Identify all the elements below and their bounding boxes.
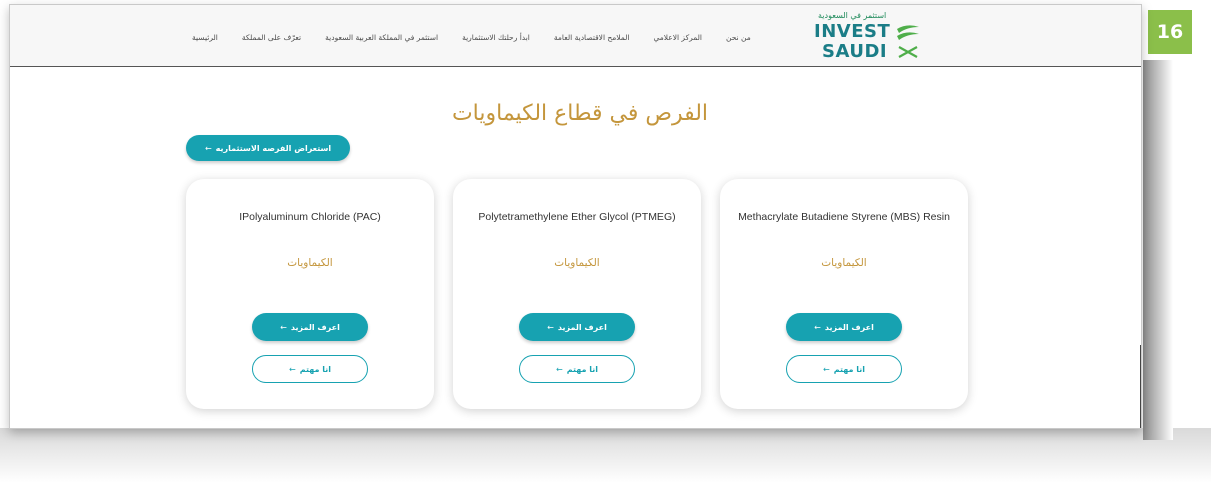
interested-label: انا مهتم <box>833 364 866 374</box>
card-category: الكيماويات <box>287 257 333 269</box>
card-title: Methacrylate Butadiene Styrene (MBS) Res… <box>738 211 950 223</box>
nav-item-about-us[interactable]: من نحن <box>726 33 751 42</box>
card-title: IPolyaluminum Chloride (PAC) <box>239 211 381 223</box>
interested-button[interactable]: انا مهتم ← <box>519 355 635 383</box>
logo-invest-text: INVEST <box>814 21 891 42</box>
learn-more-label: اعرف المزيد <box>824 322 874 332</box>
opportunity-card-ptmeg: Polytetramethylene Ether Glycol (PTMEG) … <box>453 179 701 409</box>
learn-more-button[interactable]: اعرف المزيد ← <box>786 313 902 341</box>
card-category: الكيماويات <box>554 257 600 269</box>
page-right-shadow <box>1143 60 1173 440</box>
scrollbar-edge <box>1140 345 1141 428</box>
interested-label: انا مهتم <box>566 364 599 374</box>
learn-more-label: اعرف المزيد <box>557 322 607 332</box>
arrow-left-icon: ← <box>204 143 212 153</box>
main-nav: الرئيسية تعرّف على المملكة استثمر في الم… <box>192 33 751 42</box>
page-bottom-shadow <box>0 428 1211 483</box>
invest-saudi-logo[interactable]: استثمر في السعودية INVEST SAUDI <box>807 11 927 63</box>
arrow-left-icon: ← <box>280 322 287 332</box>
arrow-left-icon: ← <box>289 364 296 374</box>
page-title: الفرص في قطاع الكيماويات <box>451 101 709 126</box>
page-number-badge: 16 <box>1148 10 1192 54</box>
learn-more-label: اعرف المزيد <box>290 322 340 332</box>
site-header: الرئيسية تعرّف على المملكة استثمر في الم… <box>10 5 1141 67</box>
arrow-left-icon: ← <box>547 322 554 332</box>
opportunity-card-mbs: Methacrylate Butadiene Styrene (MBS) Res… <box>720 179 968 409</box>
browse-button-label: استعراض الفرصه الاستثماريه <box>215 143 332 153</box>
nav-item-economic-features[interactable]: الملامح الاقتصادية العامة <box>554 33 630 42</box>
browser-screenshot-frame: الرئيسية تعرّف على المملكة استثمر في الم… <box>9 4 1142 429</box>
arrow-left-icon: ← <box>814 322 821 332</box>
interested-label: انا مهتم <box>299 364 332 374</box>
arrow-left-icon: ← <box>556 364 563 374</box>
nav-item-start-journey[interactable]: ابدأ رحلتك الاستثمارية <box>462 33 530 42</box>
nav-item-invest-in-ksa[interactable]: استثمر في المملكة العربية السعودية <box>325 33 438 42</box>
nav-item-media-center[interactable]: المركز الاعلامي <box>653 33 702 42</box>
opportunity-card-pac: IPolyaluminum Chloride (PAC) الكيماويات … <box>186 179 434 409</box>
card-title: Polytetramethylene Ether Glycol (PTMEG) <box>478 211 676 223</box>
logo-emblem-icon <box>897 25 919 58</box>
nav-item-home[interactable]: الرئيسية <box>192 33 218 42</box>
learn-more-button[interactable]: اعرف المزيد ← <box>519 313 635 341</box>
card-category: الكيماويات <box>821 257 867 269</box>
learn-more-button[interactable]: اعرف المزيد ← <box>252 313 368 341</box>
arrow-left-icon: ← <box>823 364 830 374</box>
interested-button[interactable]: انا مهتم ← <box>252 355 368 383</box>
nav-item-about-kingdom[interactable]: تعرّف على المملكة <box>242 33 301 42</box>
logo-saudi-text: SAUDI <box>822 41 888 62</box>
interested-button[interactable]: انا مهتم ← <box>786 355 902 383</box>
logo-arabic-text: استثمر في السعودية <box>818 11 887 20</box>
browse-opportunities-button[interactable]: استعراض الفرصه الاستثماريه ← <box>186 135 350 161</box>
